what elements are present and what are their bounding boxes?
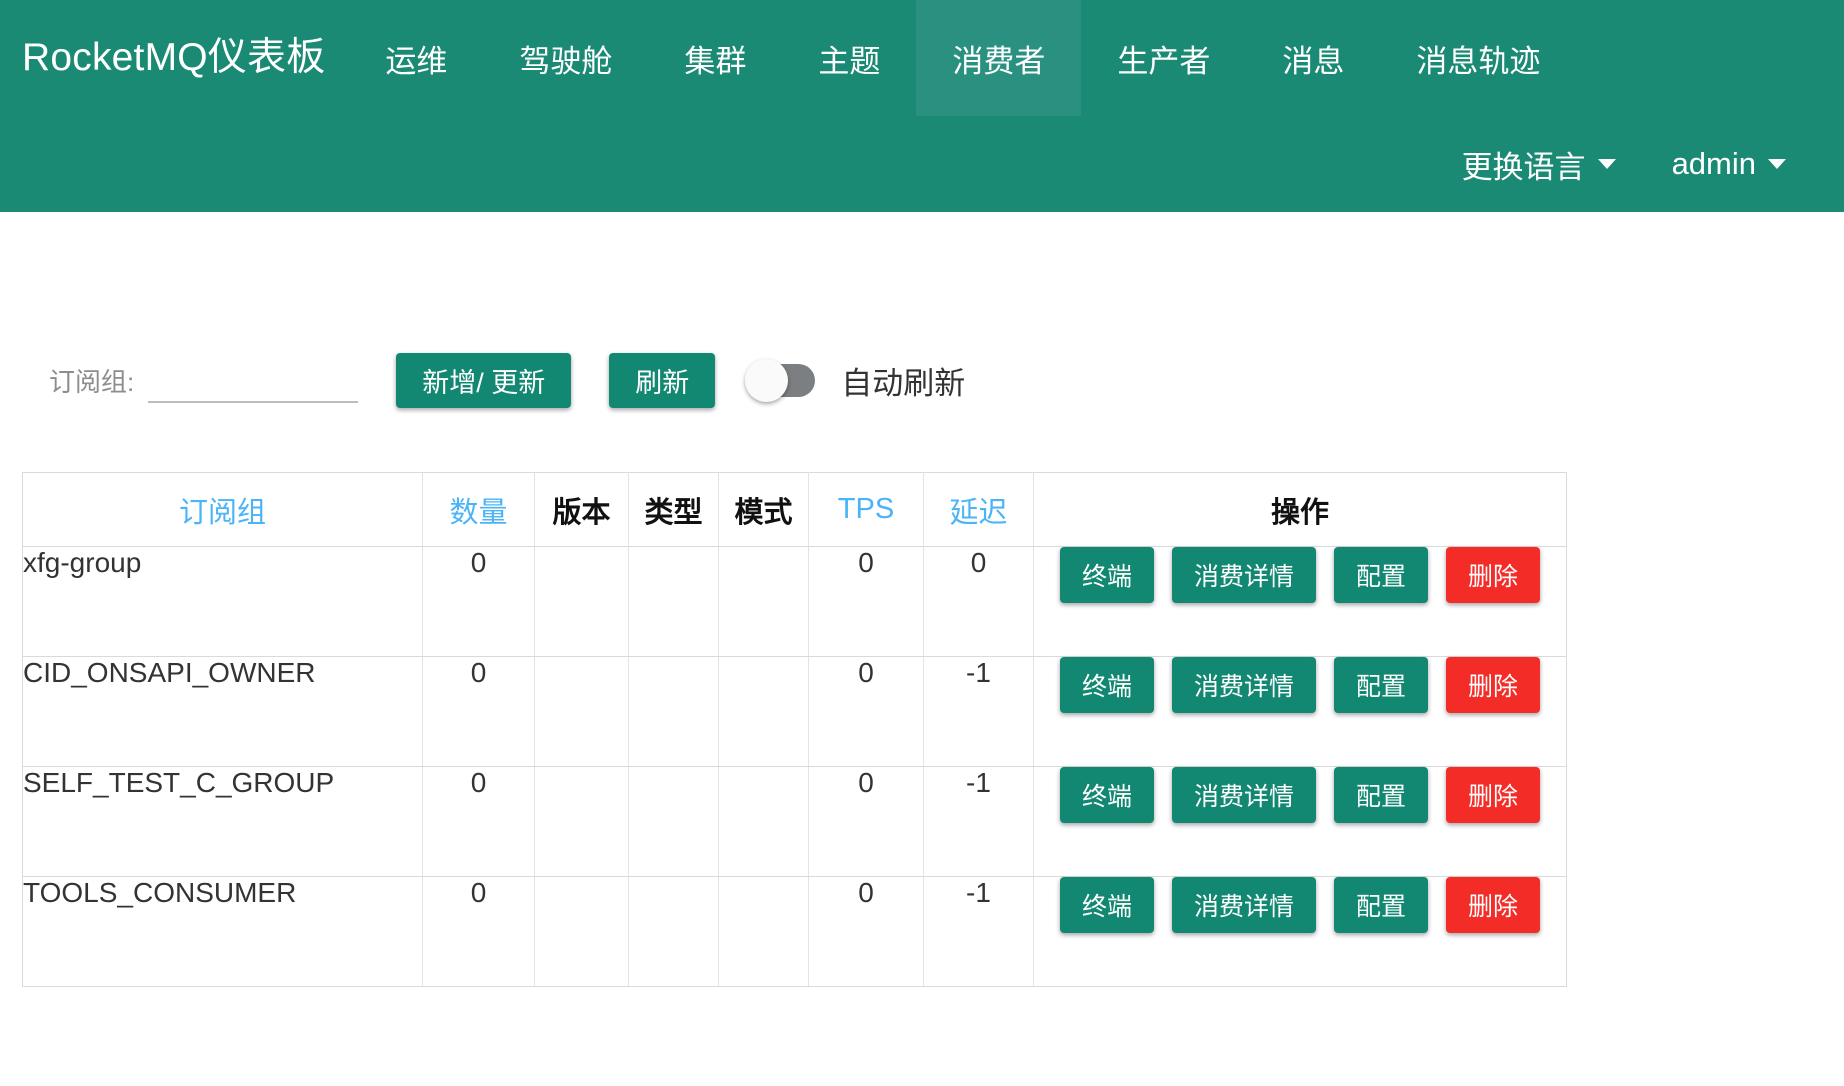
toggle-knob [745,358,789,402]
column-header-6[interactable]: TPS [808,472,924,547]
language-switcher[interactable]: 更换语言 [1434,142,1644,187]
version-value [534,546,629,657]
column-header-3: 版本 [534,472,629,547]
navbar-primary-row: RocketMQ仪表板 运维 驾驶舱 集群 主题 消费者 生产者 消息 消息轨迹 [0,0,1844,116]
nav-item-8[interactable]: 消息轨迹 [1380,0,1576,116]
delay-value: -1 [923,876,1034,987]
tps-value: 0 [808,656,924,767]
auto-refresh-label: 自动刷新 [841,365,966,401]
mode-value [718,546,809,657]
delay-value: -1 [923,766,1034,877]
chevron-down-icon [1768,159,1786,169]
filter-toolbar: 订阅组: 新增/ 更新 刷新 自动刷新 [22,344,1822,416]
row-action-4-button[interactable]: 删除 [1446,657,1541,713]
tps-value: 0 [808,876,924,987]
nav-item-6[interactable]: 生产者 [1081,0,1246,116]
table-row: SELF_TEST_C_GROUP 0 0 -1 终端 消费详情 配置 删除 [22,766,1567,877]
nav-item-5[interactable]: 消费者 [916,0,1082,116]
row-action-4-button[interactable]: 删除 [1446,877,1541,933]
count-value: 0 [422,546,535,657]
table-row: xfg-group 0 0 0 终端 消费详情 配置 删除 [22,546,1567,657]
type-value [628,546,719,657]
language-switcher-label: 更换语言 [1461,149,1586,185]
nav-item-3[interactable]: 集群 [648,0,782,116]
row-action-1-button[interactable]: 终端 [1059,657,1154,713]
subscription-group-name: SELF_TEST_C_GROUP [22,766,423,877]
add-update-button[interactable]: 新增/ 更新 [396,352,572,408]
row-action-2-button[interactable]: 消费详情 [1171,877,1316,933]
subscription-group-name: xfg-group [22,546,423,657]
table-row: CID_ONSAPI_OWNER 0 0 -1 终端 消费详情 配置 删除 [22,656,1567,767]
app-brand[interactable]: RocketMQ仪表板 [0,0,349,116]
count-value: 0 [422,766,535,877]
main-nav: 运维 驾驶舱 集群 主题 消费者 生产者 消息 消息轨迹 [349,0,1576,116]
count-value: 0 [422,656,535,767]
row-actions: 终端 消费详情 配置 删除 [1033,656,1567,767]
type-value [628,876,719,987]
row-action-1-button[interactable]: 终端 [1059,547,1154,603]
chevron-down-icon [1597,159,1616,169]
nav-item-2[interactable]: 驾驶舱 [483,0,648,116]
nav-item-4[interactable]: 主题 [782,0,916,116]
nav-item-7[interactable]: 消息 [1246,0,1380,116]
version-value [534,656,629,767]
subscription-group-name: TOOLS_CONSUMER [22,876,423,987]
column-header-2[interactable]: 数量 [422,472,535,547]
count-value: 0 [422,876,535,987]
row-action-4-button[interactable]: 删除 [1446,767,1541,823]
table-body: xfg-group 0 0 0 终端 消费详情 配置 删除 CID_ONSAPI_OWNER 0 0… [22,546,1567,987]
top-navbar: RocketMQ仪表板 运维 驾驶舱 集群 主题 消费者 生产者 消息 消息轨迹 更换语言 a… [0,0,1844,212]
mode-value [718,766,809,877]
version-value [534,876,629,987]
row-actions: 终端 消费详情 配置 删除 [1033,546,1567,657]
version-value [534,766,629,877]
type-value [628,656,719,767]
consumer-table-container: 订阅组 数量 版本 类型 模式 TPS 延迟 操作 xfg-group 0 0 0 终端 消费详情 配置删… [22,472,1822,987]
navbar-secondary-row: 更换语言 admin [0,116,1844,212]
column-header-7[interactable]: 延迟 [923,472,1034,547]
column-header-8: 操作 [1033,472,1567,547]
nav-item-1[interactable]: 运维 [349,0,483,116]
subscription-group-label: 订阅组: [49,366,135,397]
refresh-button[interactable]: 刷新 [609,352,716,408]
page-content: 订阅组: 新增/ 更新 刷新 自动刷新 订阅组 数量 版本 类型 模式 TPS 延迟 操作 x… [0,344,1844,987]
type-value [628,766,719,877]
row-action-3-button[interactable]: 配置 [1334,877,1429,933]
row-action-4-button[interactable]: 删除 [1446,547,1541,603]
row-action-3-button[interactable]: 配置 [1334,657,1429,713]
row-actions: 终端 消费详情 配置 删除 [1033,766,1567,877]
table-header-row: 订阅组 数量 版本 类型 模式 TPS 延迟 操作 [22,472,1567,547]
row-actions: 终端 消费详情 配置 删除 [1033,876,1567,987]
row-action-1-button[interactable]: 终端 [1059,877,1154,933]
mode-value [718,876,809,987]
tps-value: 0 [808,546,924,657]
row-action-2-button[interactable]: 消费详情 [1171,767,1316,823]
row-action-3-button[interactable]: 配置 [1334,767,1429,823]
row-action-3-button[interactable]: 配置 [1334,547,1429,603]
delay-value: -1 [923,656,1034,767]
auto-refresh-toggle[interactable] [745,358,816,402]
consumer-table: 订阅组 数量 版本 类型 模式 TPS 延迟 操作 xfg-group 0 0 0 终端 消费详情 配置删… [22,472,1567,987]
auto-refresh-control: 自动刷新 [745,358,966,403]
mode-value [718,656,809,767]
tps-value: 0 [808,766,924,877]
delay-value: 0 [923,546,1034,657]
user-menu-label: admin [1671,146,1756,181]
column-header-4: 类型 [628,472,719,547]
table-row: TOOLS_CONSUMER 0 0 -1 终端 消费详情 配置 删除 [22,876,1567,987]
user-menu[interactable]: admin [1644,146,1814,182]
subscription-group-input[interactable] [148,357,359,403]
column-header-1[interactable]: 订阅组 [22,472,423,547]
subscription-group-name: CID_ONSAPI_OWNER [22,656,423,767]
table-head: 订阅组 数量 版本 类型 模式 TPS 延迟 操作 [22,472,1567,547]
column-header-5: 模式 [718,472,809,547]
row-action-2-button[interactable]: 消费详情 [1171,547,1316,603]
row-action-1-button[interactable]: 终端 [1059,767,1154,823]
row-action-2-button[interactable]: 消费详情 [1171,657,1316,713]
